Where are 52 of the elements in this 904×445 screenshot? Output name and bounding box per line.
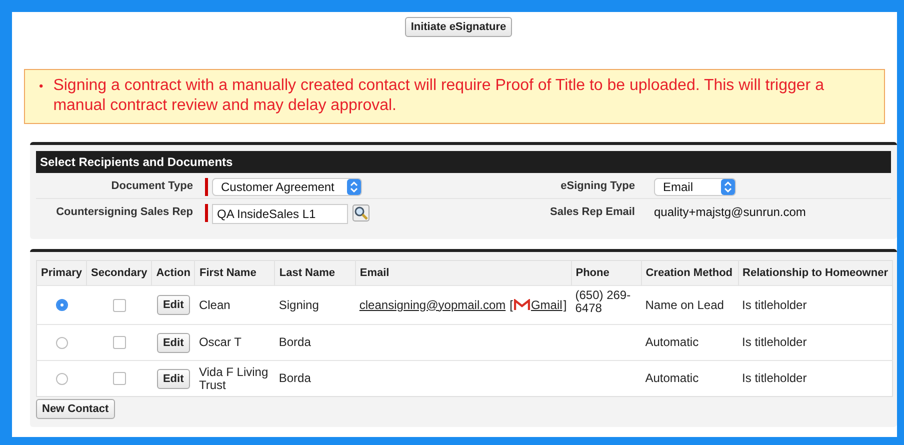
field-label: Countersigning Sales Rep — [56, 206, 193, 218]
table-cell: Signing — [278, 298, 319, 312]
lookup-field[interactable]: QA InsideSales L1 — [212, 204, 348, 224]
search-icon[interactable] — [352, 204, 370, 222]
radio-button[interactable] — [56, 336, 68, 349]
select-dropdown[interactable]: Customer Agreement — [212, 178, 362, 196]
radio-button[interactable] — [56, 372, 68, 385]
table-cell: Borda — [278, 335, 311, 349]
column-header: First Name — [194, 260, 275, 286]
edit-button[interactable]: Edit — [156, 295, 190, 315]
table-cell: Vida F Living Trust — [198, 366, 269, 392]
bracket-text: [ — [510, 298, 513, 312]
select-dropdown[interactable]: Email — [654, 178, 736, 196]
table-cell: Oscar T — [198, 336, 242, 349]
edit-button[interactable]: Edit — [156, 332, 190, 352]
field-value: quality+majstg@sunrun.com — [654, 204, 806, 219]
table-cell: Automatic — [645, 371, 699, 385]
field-label: Document Type — [111, 180, 193, 192]
section-header: Select Recipients and Documents — [36, 151, 891, 173]
table-cell: Automatic — [645, 335, 699, 349]
field-label: eSigning Type — [560, 180, 635, 192]
mail-icon — [514, 299, 530, 311]
checkbox[interactable] — [112, 372, 126, 386]
chevron-icon[interactable] — [347, 179, 361, 195]
table-cell: Is titleholder — [742, 371, 807, 385]
column-header: Action — [152, 260, 195, 286]
column-header: Creation Method — [641, 260, 738, 286]
edit-button[interactable]: Edit — [156, 368, 190, 388]
table-cell: Borda — [278, 371, 311, 385]
column-header: Secondary — [86, 260, 152, 286]
gmail-link[interactable]: Gmail — [530, 298, 562, 312]
column-header: Relationship to Homeowner — [738, 260, 892, 286]
column-header: Primary — [36, 260, 86, 286]
new-contact-button[interactable]: New Contact — [36, 399, 115, 419]
column-header: Email — [355, 260, 572, 286]
field-label: Sales Rep Email — [550, 206, 635, 218]
table-cell-text: (650) 269-6478 — [575, 289, 632, 315]
email-link[interactable]: cleansigning@yopmail.com — [359, 298, 506, 312]
warning-message: Signing a contract with a manually created contact will require Proof of Title to be uploaded. This will trigger a manual contract review and may delay approval. — [53, 76, 825, 116]
bullet-text: • — [39, 78, 44, 95]
table-cell: Clean — [198, 298, 230, 312]
checkbox[interactable] — [112, 336, 126, 350]
table-cell: Name on Lead — [645, 298, 724, 312]
column-header: Last Name — [274, 260, 356, 286]
chevron-icon[interactable] — [721, 179, 735, 195]
checkbox[interactable] — [112, 298, 126, 312]
table-cell: Is titleholder — [742, 335, 807, 349]
radio-button[interactable] — [56, 299, 68, 312]
column-header: Phone — [571, 260, 642, 286]
bracket-text: ] — [563, 298, 567, 312]
table-cell: Is titleholder — [742, 298, 807, 312]
initiate-esignature-button[interactable]: Initiate eSignature — [404, 17, 512, 37]
